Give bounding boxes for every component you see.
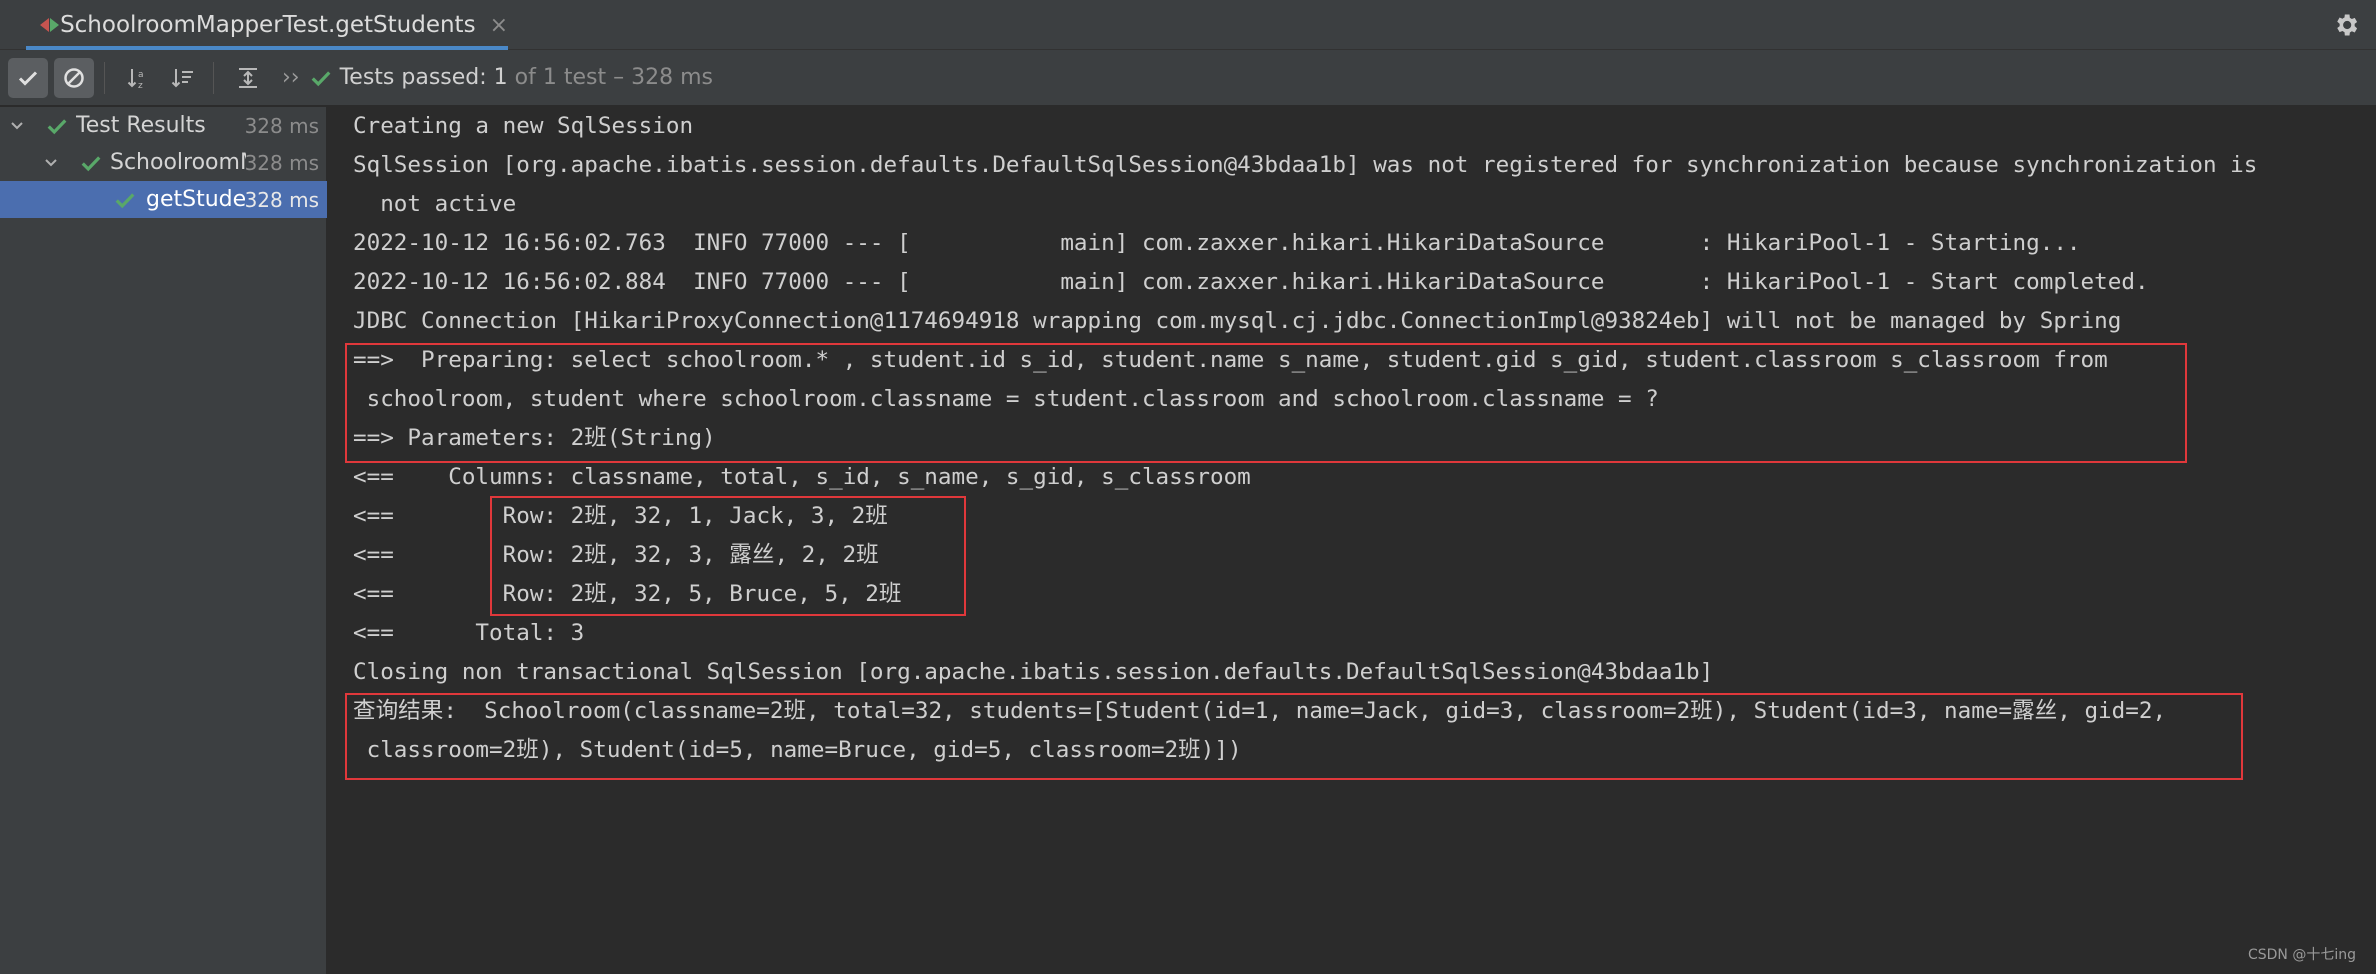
console-line: Creating a new SqlSession	[353, 113, 694, 139]
chevron-down-icon[interactable]	[44, 156, 58, 170]
test-status-text: Tests passed: 1 of 1 test – 328 ms	[340, 65, 713, 90]
checkmark-icon	[18, 70, 38, 86]
test-passed-check-icon	[47, 119, 67, 135]
show-ignored-button[interactable]	[54, 57, 94, 98]
toolbar-separator	[104, 61, 105, 94]
tree-item-label: Test Results	[76, 113, 206, 138]
tree-item-test-results[interactable]: Test Results 328 ms	[0, 107, 327, 144]
test-passed-check-icon	[311, 70, 331, 86]
sort-by-duration-button[interactable]	[163, 58, 203, 98]
status-summary: of 1 test – 328 ms	[507, 65, 713, 90]
expand-all-icon	[239, 67, 257, 88]
console-line: JDBC Connection [HikariProxyConnection@1…	[353, 308, 2122, 334]
show-passed-button[interactable]	[8, 57, 48, 98]
tree-item-duration: 328 ms	[244, 150, 319, 175]
ignored-icon	[64, 67, 84, 88]
tree-item-schoolroom-mapper-test[interactable]: SchoolroomMapperTest328 ms	[0, 144, 327, 181]
test-passed-check-icon	[81, 156, 101, 172]
console-line: 2022-10-12 16:56:02.763 INFO 77000 --- […	[353, 230, 2081, 256]
svg-text:z: z	[138, 81, 143, 91]
test-results-tree: Test Results328 msSchoolroomMapperTest32…	[0, 107, 327, 974]
console-line: 2022-10-12 16:56:02.884 INFO 77000 --- […	[353, 269, 2149, 295]
expand-all-button[interactable]	[228, 58, 268, 98]
test-runner-toolbar: az ›› Tests passed: 1 of 1 test – 328 ms	[0, 50, 2376, 106]
tree-item-duration: 328 ms	[244, 113, 319, 138]
gear-icon[interactable]	[2332, 11, 2360, 39]
run-test-icon	[40, 15, 59, 35]
console-line: SqlSession [org.apache.ibatis.session.de…	[353, 152, 2258, 178]
console-output[interactable]: Creating a new SqlSession SqlSession [or…	[328, 107, 2376, 974]
console-line: <== Total: 3	[353, 620, 585, 646]
console-line: not active	[353, 191, 517, 217]
sort-alpha-icon: az	[127, 68, 144, 91]
watermark: CSDN @十七ing	[2247, 947, 2356, 963]
highlight-box-rows	[490, 496, 966, 616]
toolbar-separator	[213, 61, 214, 94]
test-passed-check-icon	[115, 193, 135, 209]
more-actions-chevron-icon[interactable]: ››	[282, 65, 300, 90]
close-icon[interactable]: ×	[490, 13, 508, 38]
run-tab[interactable]: SchoolroomMapperTest.getStudents ×	[26, 0, 508, 50]
console-line: <== Columns: classname, total, s_id, s_n…	[353, 464, 1251, 490]
tree-item-label: SchoolroomMapperTest	[110, 150, 246, 175]
status-passed: Tests passed: 1	[339, 65, 508, 90]
highlight-box-result	[345, 693, 2243, 780]
tree-item-get-students[interactable]: getStudents328 ms	[0, 181, 327, 218]
svg-text:a: a	[138, 70, 144, 80]
sort-duration-icon	[171, 68, 193, 87]
sort-alphabetically-button[interactable]: az	[119, 58, 159, 98]
tree-item-label: getStudents	[146, 187, 246, 212]
tree-item-duration: 328 ms	[244, 187, 319, 212]
highlight-box-sql	[345, 343, 2187, 463]
tab-title: SchoolroomMapperTest.getStudents	[60, 12, 476, 38]
console-line: Closing non transactional SqlSession [or…	[353, 659, 1714, 685]
chevron-down-icon[interactable]	[10, 119, 24, 133]
editor-tab-bar: SchoolroomMapperTest.getStudents ×	[0, 0, 2376, 50]
